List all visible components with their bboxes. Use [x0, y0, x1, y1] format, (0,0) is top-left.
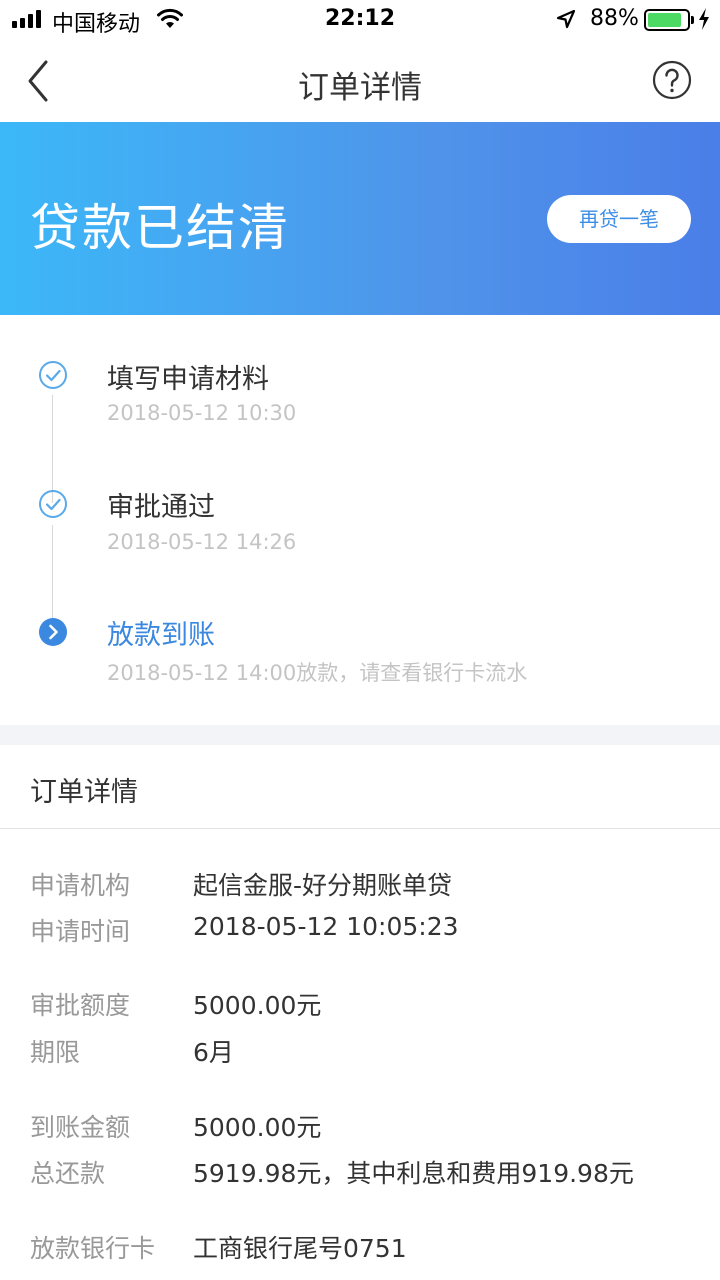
- battery-percent: 88%: [590, 6, 639, 31]
- check-circle-icon: [39, 361, 67, 389]
- detail-label: 到账金额: [30, 1113, 131, 1142]
- reborrow-button[interactable]: 再贷一笔: [547, 195, 691, 243]
- loan-status-banner: 贷款已结清 再贷一笔: [0, 122, 720, 315]
- progress-timeline: 填写申请材料 2018-05-12 10:30 审批通过 2018-05-12 …: [0, 315, 720, 725]
- detail-value: 5000.00元: [193, 1113, 322, 1142]
- detail-label: 总还款: [30, 1159, 106, 1188]
- check-circle-icon: [39, 490, 67, 518]
- detail-value: 6月: [193, 1038, 234, 1067]
- loan-status-text: 贷款已结清: [30, 199, 290, 257]
- detail-label: 申请机构: [30, 871, 131, 900]
- timeline-step-time: 2018-05-12 10:30: [107, 401, 297, 425]
- question-circle-icon[interactable]: [652, 60, 692, 100]
- detail-label: 放款银行卡: [30, 1234, 156, 1263]
- timeline-step-time: 2018-05-12 14:00放款，请查看银行卡流水: [107, 661, 528, 685]
- detail-label: 期限: [30, 1038, 81, 1067]
- detail-value: 起信金服-好分期账单贷: [193, 871, 453, 900]
- detail-value: 5919.98元，其中利息和费用919.98元: [193, 1159, 634, 1188]
- battery-level: [648, 13, 682, 27]
- order-details-heading: 订单详情: [30, 777, 138, 808]
- detail-value: 5000.00元: [193, 991, 322, 1020]
- detail-value: 工商银行尾号0751: [193, 1234, 407, 1263]
- detail-label: 审批额度: [30, 991, 131, 1020]
- detail-label: 申请时间: [30, 917, 131, 946]
- location-arrow-icon: [556, 9, 576, 29]
- status-bar: 中国移动 22:12 88%: [0, 0, 720, 40]
- battery-cap: [691, 16, 694, 24]
- timeline-connector: [52, 525, 53, 631]
- timeline-step-title: 审批通过: [107, 492, 215, 523]
- navigation-bar: 订单详情: [0, 40, 720, 122]
- timeline-step-time: 2018-05-12 14:26: [107, 530, 297, 554]
- battery-icon: [644, 9, 690, 31]
- charging-bolt-icon: [699, 8, 709, 30]
- divider: [0, 828, 720, 829]
- timeline-connector: [52, 395, 53, 503]
- timeline-step-title: 填写申请材料: [107, 364, 269, 395]
- chevron-right-circle-icon: [39, 618, 67, 646]
- page-title: 订单详情: [298, 70, 422, 106]
- timeline-step-title: 放款到账: [107, 620, 215, 651]
- section-separator: [0, 725, 720, 745]
- detail-value: 2018-05-12 10:05:23: [193, 912, 459, 941]
